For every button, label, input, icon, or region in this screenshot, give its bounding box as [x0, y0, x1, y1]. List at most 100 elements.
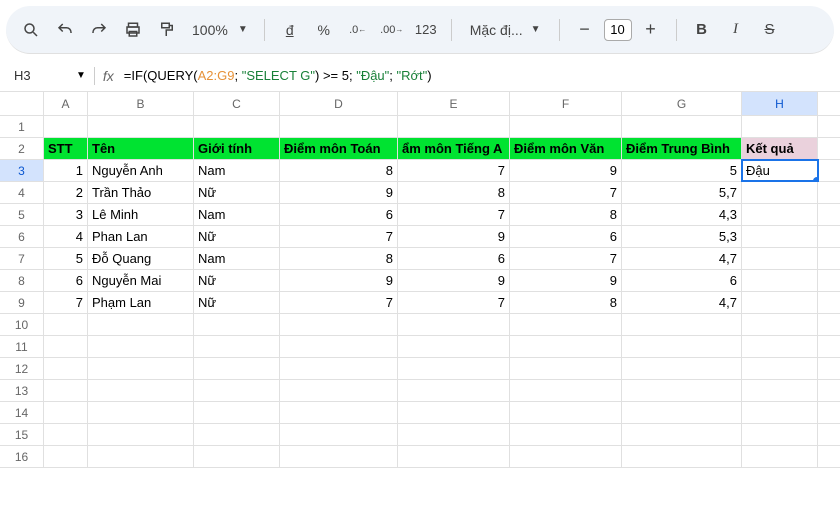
row-header[interactable]: 11 — [0, 336, 44, 357]
cell-B4[interactable]: Trần Thảo — [88, 182, 194, 203]
row-header[interactable]: 8 — [0, 270, 44, 291]
cell-C12[interactable] — [194, 358, 280, 379]
row-header[interactable]: 10 — [0, 314, 44, 335]
number-format-button[interactable]: 123 — [411, 15, 441, 45]
cell-C13[interactable] — [194, 380, 280, 401]
cell-C15[interactable] — [194, 424, 280, 445]
cell-A5[interactable]: 3 — [44, 204, 88, 225]
cell-H1[interactable] — [742, 116, 818, 137]
cell-F14[interactable] — [510, 402, 622, 423]
cell-A13[interactable] — [44, 380, 88, 401]
cell-E3[interactable]: 7 — [398, 160, 510, 181]
cell-C9[interactable]: Nữ — [194, 292, 280, 313]
cell-D13[interactable] — [280, 380, 398, 401]
cell-D3[interactable]: 8 — [280, 160, 398, 181]
cell-C8[interactable]: Nữ — [194, 270, 280, 291]
cell-A9[interactable]: 7 — [44, 292, 88, 313]
decrease-font-button[interactable]: − — [570, 15, 600, 45]
cell-H4[interactable] — [742, 182, 818, 203]
row-header[interactable]: 16 — [0, 446, 44, 467]
cell-G2[interactable]: Điểm Trung Bình — [622, 138, 742, 159]
cell-B10[interactable] — [88, 314, 194, 335]
row-header[interactable]: 15 — [0, 424, 44, 445]
col-header-A[interactable]: A — [44, 92, 88, 115]
redo-icon[interactable] — [84, 15, 114, 45]
cell-G11[interactable] — [622, 336, 742, 357]
cell-B2[interactable]: Tên — [88, 138, 194, 159]
cell-F11[interactable] — [510, 336, 622, 357]
cell-B15[interactable] — [88, 424, 194, 445]
cell-E4[interactable]: 8 — [398, 182, 510, 203]
cell-C6[interactable]: Nữ — [194, 226, 280, 247]
cell-E13[interactable] — [398, 380, 510, 401]
cell-G7[interactable]: 4,7 — [622, 248, 742, 269]
cell-H13[interactable] — [742, 380, 818, 401]
cell-C2[interactable]: Giới tính — [194, 138, 280, 159]
col-header-H[interactable]: H — [742, 92, 818, 115]
font-dropdown[interactable]: Mặc đị...▼ — [462, 22, 549, 38]
undo-icon[interactable] — [50, 15, 80, 45]
name-box[interactable]: H3 — [10, 66, 64, 85]
cell-C3[interactable]: Nam — [194, 160, 280, 181]
cell-C16[interactable] — [194, 446, 280, 467]
cell-D6[interactable]: 7 — [280, 226, 398, 247]
cell-D15[interactable] — [280, 424, 398, 445]
cell-D5[interactable]: 6 — [280, 204, 398, 225]
cell-F7[interactable]: 7 — [510, 248, 622, 269]
cell-F6[interactable]: 6 — [510, 226, 622, 247]
cell-E7[interactable]: 6 — [398, 248, 510, 269]
cell-H12[interactable] — [742, 358, 818, 379]
cell-G15[interactable] — [622, 424, 742, 445]
cell-E12[interactable] — [398, 358, 510, 379]
cell-H2[interactable]: Kết quả — [742, 138, 818, 159]
cell-C1[interactable] — [194, 116, 280, 137]
cell-B13[interactable] — [88, 380, 194, 401]
row-header[interactable]: 1 — [0, 116, 44, 137]
fill-handle[interactable] — [813, 177, 818, 181]
cell-E10[interactable] — [398, 314, 510, 335]
cell-D14[interactable] — [280, 402, 398, 423]
cell-A14[interactable] — [44, 402, 88, 423]
cell-H16[interactable] — [742, 446, 818, 467]
search-icon[interactable] — [16, 15, 46, 45]
row-header[interactable]: 6 — [0, 226, 44, 247]
font-size-input[interactable] — [604, 19, 632, 41]
row-header[interactable]: 14 — [0, 402, 44, 423]
cell-B11[interactable] — [88, 336, 194, 357]
cell-F15[interactable] — [510, 424, 622, 445]
cell-B6[interactable]: Phan Lan — [88, 226, 194, 247]
cell-B9[interactable]: Phạm Lan — [88, 292, 194, 313]
cell-F9[interactable]: 8 — [510, 292, 622, 313]
cell-E1[interactable] — [398, 116, 510, 137]
cell-A6[interactable]: 4 — [44, 226, 88, 247]
cell-D4[interactable]: 9 — [280, 182, 398, 203]
cell-A7[interactable]: 5 — [44, 248, 88, 269]
cell-B16[interactable] — [88, 446, 194, 467]
bold-button[interactable]: B — [687, 15, 717, 45]
cell-F12[interactable] — [510, 358, 622, 379]
cell-A16[interactable] — [44, 446, 88, 467]
cell-A2[interactable]: STT — [44, 138, 88, 159]
currency-button[interactable]: đ — [275, 15, 305, 45]
cell-C10[interactable] — [194, 314, 280, 335]
cell-B1[interactable] — [88, 116, 194, 137]
cell-D12[interactable] — [280, 358, 398, 379]
increase-decimal-icon[interactable]: .00→ — [377, 15, 407, 45]
cell-G6[interactable]: 5,3 — [622, 226, 742, 247]
cell-H8[interactable] — [742, 270, 818, 291]
cell-H6[interactable] — [742, 226, 818, 247]
cell-D7[interactable]: 8 — [280, 248, 398, 269]
cell-H11[interactable] — [742, 336, 818, 357]
cell-A8[interactable]: 6 — [44, 270, 88, 291]
cell-C5[interactable]: Nam — [194, 204, 280, 225]
cell-D11[interactable] — [280, 336, 398, 357]
cell-F10[interactable] — [510, 314, 622, 335]
cell-D10[interactable] — [280, 314, 398, 335]
col-header-F[interactable]: F — [510, 92, 622, 115]
row-header[interactable]: 7 — [0, 248, 44, 269]
col-header-D[interactable]: D — [280, 92, 398, 115]
cell-G10[interactable] — [622, 314, 742, 335]
cell-F8[interactable]: 9 — [510, 270, 622, 291]
cell-D1[interactable] — [280, 116, 398, 137]
cell-B8[interactable]: Nguyễn Mai — [88, 270, 194, 291]
